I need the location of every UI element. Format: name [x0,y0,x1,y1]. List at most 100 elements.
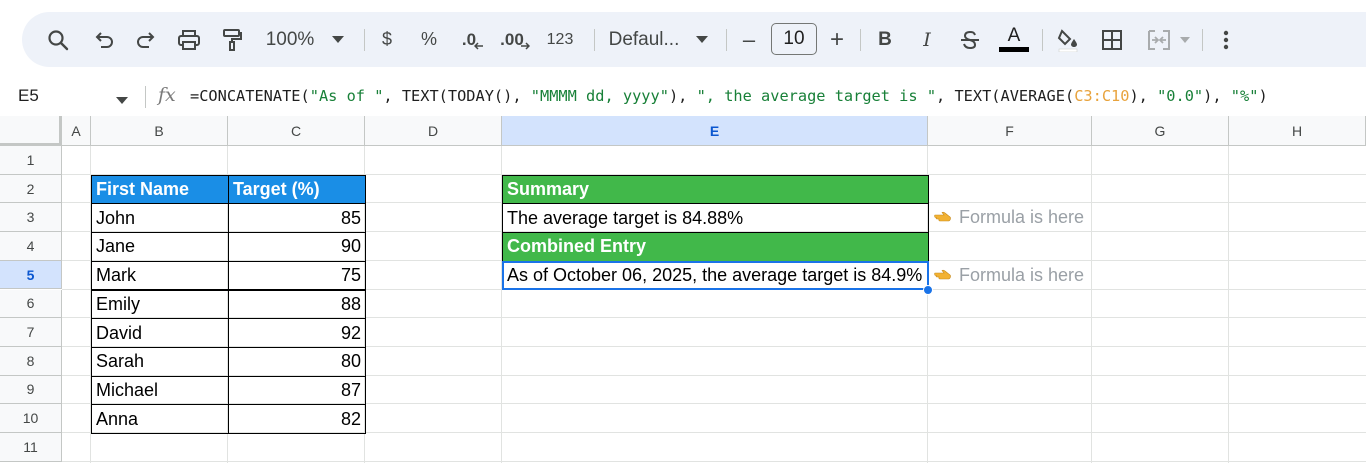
fill-handle[interactable] [923,284,933,295]
formula-note: Formula is here [934,203,1084,232]
undo-icon[interactable] [90,12,118,67]
formula-part: "As of " [309,87,384,105]
text-color-button[interactable]: A [998,12,1030,67]
toolbar-divider [594,29,595,51]
text-color-swatch [999,47,1029,52]
name-box-dropdown-icon[interactable] [116,92,128,110]
font-dropdown-icon[interactable] [692,12,712,67]
formula-note: Formula is here [934,261,1084,290]
cell-c2-header[interactable]: Target (%) [228,174,366,205]
strikethrough-icon[interactable] [958,12,982,67]
combined-entry-header[interactable]: Combined Entry [502,232,929,262]
row-header-3[interactable]: 3 [0,203,62,233]
row-header-2[interactable]: 2 [0,174,62,204]
arrow-right-icon [520,41,530,50]
formula-part: "MMMM dd, yyyy" [530,87,669,105]
toolbar: 100% $ % .0 .00 123 Defaul... – 10 + B I… [22,12,1366,67]
column-header-b[interactable]: B [91,116,228,146]
table-cell-name[interactable]: David [91,318,229,348]
zoom-dropdown-icon[interactable] [328,12,348,67]
merge-dropdown-icon[interactable] [1178,12,1192,67]
font-size-input[interactable]: 10 [771,23,817,55]
column-header-g[interactable]: G [1092,116,1229,146]
row-header-1[interactable]: 1 [0,146,62,175]
table-cell-target[interactable]: 85 [228,203,366,234]
row-header-4[interactable]: 4 [0,232,62,261]
table-cell-name[interactable]: Mark [91,260,229,291]
row-header-11[interactable]: 11 [0,433,62,462]
column-header-c[interactable]: C [228,116,365,146]
formula-input[interactable]: =CONCATENATE("As of ", TEXT(TODAY(), "MM… [190,87,1268,105]
formula-part: , TEXT(TODAY(), [383,87,531,105]
decrease-font-size-button[interactable]: – [738,12,760,67]
toolbar-divider [1202,29,1203,51]
paint-format-icon[interactable] [218,12,246,67]
fill-color-icon[interactable] [1054,12,1082,67]
table-cell-target[interactable]: 88 [228,289,366,320]
table-cell-name[interactable]: Anna [91,404,229,434]
row-header-7[interactable]: 7 [0,318,62,347]
font-select[interactable]: Defaul... [606,12,682,67]
percent-format-button[interactable]: % [418,12,440,67]
column-gridline [1091,146,1092,463]
row-header-5[interactable]: 5 [0,260,62,290]
table-cell-name[interactable]: Sarah [91,346,229,377]
column-header-e[interactable]: E [502,116,928,146]
formula-part: ), [1129,87,1158,105]
table-cell-name[interactable]: Jane [91,232,229,262]
table-cell-name[interactable]: Michael [91,375,229,406]
pointing-hand-icon [934,207,952,228]
italic-button[interactable]: I [916,12,938,67]
summary-header[interactable]: Summary [502,174,929,205]
active-cell-selection[interactable] [502,260,929,291]
more-options-icon[interactable] [1214,12,1238,67]
increase-decimal-button[interactable]: .00 [498,12,532,67]
column-header-h[interactable]: H [1229,116,1366,146]
formula-part: "0.0" [1157,87,1204,105]
table-cell-target[interactable]: 87 [228,375,366,406]
row-header-6[interactable]: 6 [0,289,62,319]
bold-button[interactable]: B [874,12,896,67]
zoom-select[interactable]: 100% [262,12,318,67]
formula-part: ) [1258,87,1268,105]
text-color-label: A [1007,25,1021,46]
currency-format-button[interactable]: $ [376,12,398,67]
column-header-f[interactable]: F [928,116,1092,146]
formula-part: =CONCATENATE( [190,87,310,105]
merge-cells-icon[interactable] [1144,12,1174,67]
table-cell-target[interactable]: 75 [228,260,366,291]
column-header-d[interactable]: D [365,116,502,146]
table-cell-name[interactable]: John [91,203,229,234]
row-header-10[interactable]: 10 [0,404,62,433]
cell-b2-header[interactable]: First Name [91,174,229,205]
summary-value-cell[interactable]: The average target is 84.88% [502,203,929,234]
arrow-left-icon [474,41,484,50]
fx-icon: fx [158,84,176,106]
formula-part: ), [1203,87,1231,105]
formula-part: , TEXT(AVERAGE( [936,87,1075,105]
table-cell-target[interactable]: 92 [228,318,366,348]
table-cell-name[interactable]: Emily [91,289,229,320]
print-icon[interactable] [174,12,204,67]
table-cell-target[interactable]: 80 [228,346,366,377]
table-cell-target[interactable]: 90 [228,232,366,262]
increase-font-size-button[interactable]: + [826,12,848,67]
table-cell-target[interactable]: 82 [228,404,366,434]
number-format-button[interactable]: 123 [544,12,576,67]
name-box[interactable]: E5 [18,86,39,106]
formula-note-label: Formula is here [959,207,1085,228]
borders-icon[interactable] [1098,12,1126,67]
pointing-hand-icon [934,265,952,286]
toolbar-divider [1042,29,1043,51]
row-gridline [62,460,1366,462]
formula-part: ", the average target is " [696,87,937,105]
row-header-9[interactable]: 9 [0,375,62,405]
row-header-8[interactable]: 8 [0,346,62,376]
formula-note-label: Formula is here [959,264,1085,285]
search-icon[interactable] [44,12,72,67]
redo-icon[interactable] [132,12,160,67]
column-header-a[interactable]: A [62,116,91,146]
toolbar-divider [726,29,727,51]
decrease-decimal-button[interactable]: .0 [458,12,488,67]
select-all-corner[interactable] [0,116,62,146]
